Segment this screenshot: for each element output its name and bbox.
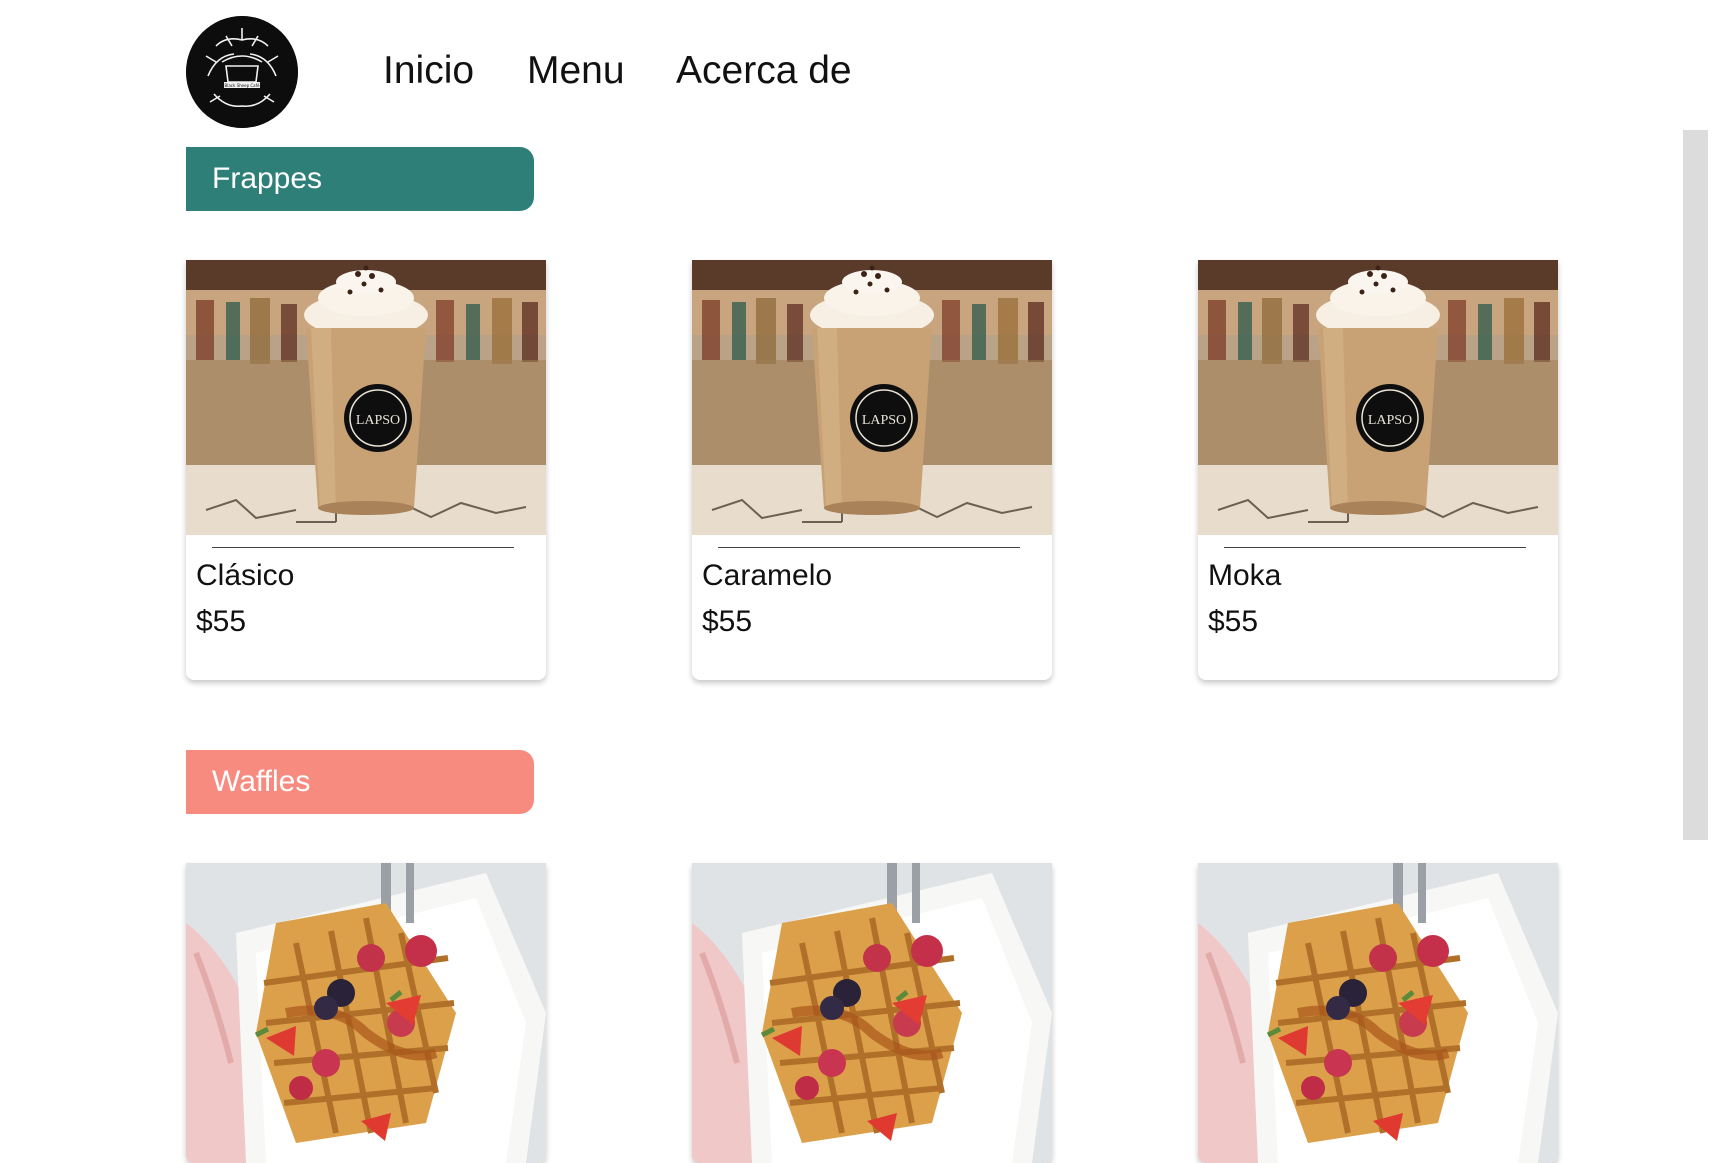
product-name: Clásico: [196, 559, 295, 592]
section-header-frappes: Frappes: [186, 147, 534, 211]
product-card[interactable]: Clásico $55: [186, 260, 546, 680]
product-card[interactable]: [692, 863, 1052, 1163]
nav-link-acerca-de[interactable]: Acerca de: [676, 46, 852, 96]
nav-link-inicio[interactable]: Inicio: [383, 46, 474, 96]
product-image: [692, 863, 1052, 1163]
product-name: Caramelo: [702, 559, 833, 592]
top-navbar: Inicio Menu Acerca de: [0, 0, 1728, 140]
product-card[interactable]: Caramelo $55: [692, 260, 1052, 680]
product-image: [692, 260, 1052, 535]
product-price: $55: [1208, 605, 1259, 638]
product-card[interactable]: [186, 863, 546, 1163]
product-price: $55: [196, 605, 247, 638]
card-divider: [718, 547, 1020, 548]
cafe-logo-icon[interactable]: [186, 16, 298, 128]
product-name: Moka: [1208, 559, 1282, 592]
section-header-waffles: Waffles: [186, 750, 534, 814]
product-price: $55: [702, 605, 753, 638]
nav-link-menu[interactable]: Menu: [527, 46, 625, 96]
product-image: [1198, 260, 1558, 535]
product-card[interactable]: Moka $55: [1198, 260, 1558, 680]
scrollbar[interactable]: [1683, 130, 1708, 840]
product-image: [1198, 863, 1558, 1163]
card-divider: [1224, 547, 1526, 548]
product-card[interactable]: [1198, 863, 1558, 1163]
product-image: [186, 863, 546, 1163]
card-divider: [212, 547, 514, 548]
product-image: [186, 260, 546, 535]
